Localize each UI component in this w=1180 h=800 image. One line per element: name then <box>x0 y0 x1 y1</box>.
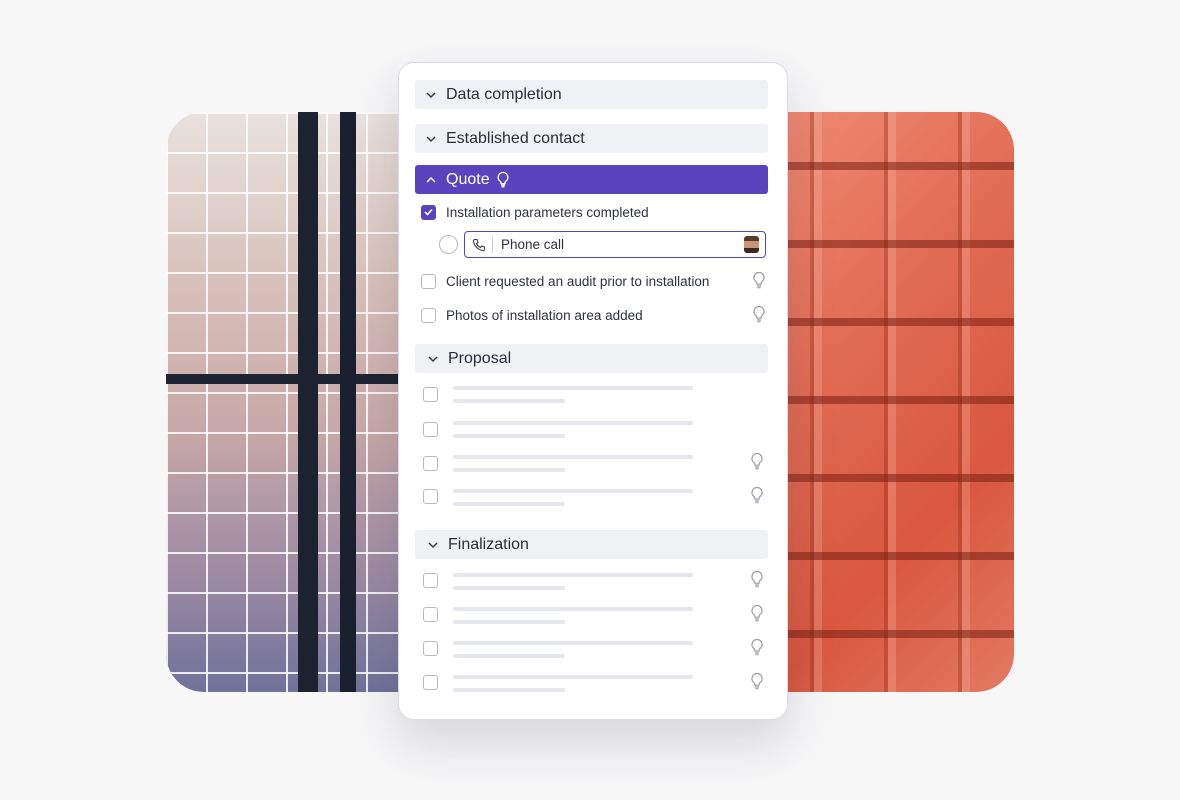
phone-call-label: Phone call <box>501 237 565 252</box>
lightbulb-icon[interactable] <box>749 638 765 656</box>
lightbulb-icon[interactable] <box>751 271 767 289</box>
chevron-up-icon <box>426 176 436 183</box>
placeholder-line <box>453 455 693 459</box>
section-title: Data completion <box>446 85 562 103</box>
placeholder-line <box>453 654 565 658</box>
divider <box>492 236 493 253</box>
placeholder-line <box>453 586 565 590</box>
section-title: Proposal <box>448 349 512 367</box>
lightbulb-icon[interactable] <box>749 570 765 588</box>
section-established-contact[interactable]: Established contact <box>415 124 768 153</box>
lightbulb-icon[interactable] <box>749 672 765 690</box>
roof-tiles-image <box>774 112 1014 692</box>
checkbox[interactable] <box>423 573 438 588</box>
item-label: Photos of installation area added <box>446 307 643 323</box>
placeholder-line <box>453 607 693 611</box>
checkbox[interactable] <box>421 273 436 289</box>
item-label: Client requested an audit prior to insta… <box>446 273 710 289</box>
placeholder-line <box>453 573 693 577</box>
chevron-down-icon <box>428 355 438 362</box>
placeholder-line <box>453 675 693 679</box>
checkbox[interactable] <box>421 307 436 323</box>
placeholder-line <box>453 620 565 624</box>
lightbulb-icon[interactable] <box>749 452 765 470</box>
section-title: Established contact <box>446 129 585 147</box>
checkbox[interactable] <box>423 607 438 622</box>
radio-button[interactable] <box>439 235 458 254</box>
placeholder-line <box>453 502 565 506</box>
placeholder-line <box>453 386 693 390</box>
checklist-item[interactable]: Client requested an audit prior to insta… <box>421 270 769 292</box>
avatar <box>744 236 759 253</box>
checklist-item[interactable]: Installation parameters completed <box>421 201 769 223</box>
checkbox[interactable] <box>423 456 438 471</box>
section-quote[interactable]: Quote <box>415 165 768 194</box>
lightbulb-icon[interactable] <box>751 305 767 323</box>
checkbox[interactable] <box>423 489 438 504</box>
placeholder-line <box>453 434 565 438</box>
section-title: Quote <box>446 170 490 188</box>
phone-call-task: Phone call <box>439 231 769 259</box>
checklist-card: Data completion Established contact Quot… <box>398 62 788 720</box>
lightbulb-icon[interactable] <box>749 486 765 504</box>
chevron-down-icon <box>426 91 436 98</box>
placeholder-line <box>453 688 565 692</box>
placeholder-line <box>453 468 565 472</box>
placeholder-line <box>453 421 693 425</box>
checkbox[interactable] <box>423 422 438 437</box>
checkmark-icon <box>424 208 433 216</box>
checkbox[interactable] <box>423 675 438 690</box>
section-finalization[interactable]: Finalization <box>415 530 768 559</box>
section-proposal[interactable]: Proposal <box>415 344 768 373</box>
chevron-down-icon <box>426 135 436 142</box>
chevron-down-icon <box>428 541 438 548</box>
phone-icon <box>472 238 486 251</box>
placeholder-line <box>453 489 693 493</box>
section-title: Finalization <box>448 535 529 553</box>
checklist-item[interactable]: Photos of installation area added <box>421 304 769 326</box>
checkbox-checked[interactable] <box>421 204 436 220</box>
item-label: Installation parameters completed <box>446 204 649 220</box>
section-data-completion[interactable]: Data completion <box>415 80 768 109</box>
lightbulb-icon[interactable] <box>749 604 765 622</box>
placeholder-line <box>453 399 565 403</box>
lightbulb-icon <box>497 171 509 188</box>
placeholder-line <box>453 641 693 645</box>
phone-call-field[interactable]: Phone call <box>464 231 766 258</box>
checkbox[interactable] <box>423 641 438 656</box>
checkbox[interactable] <box>423 387 438 402</box>
